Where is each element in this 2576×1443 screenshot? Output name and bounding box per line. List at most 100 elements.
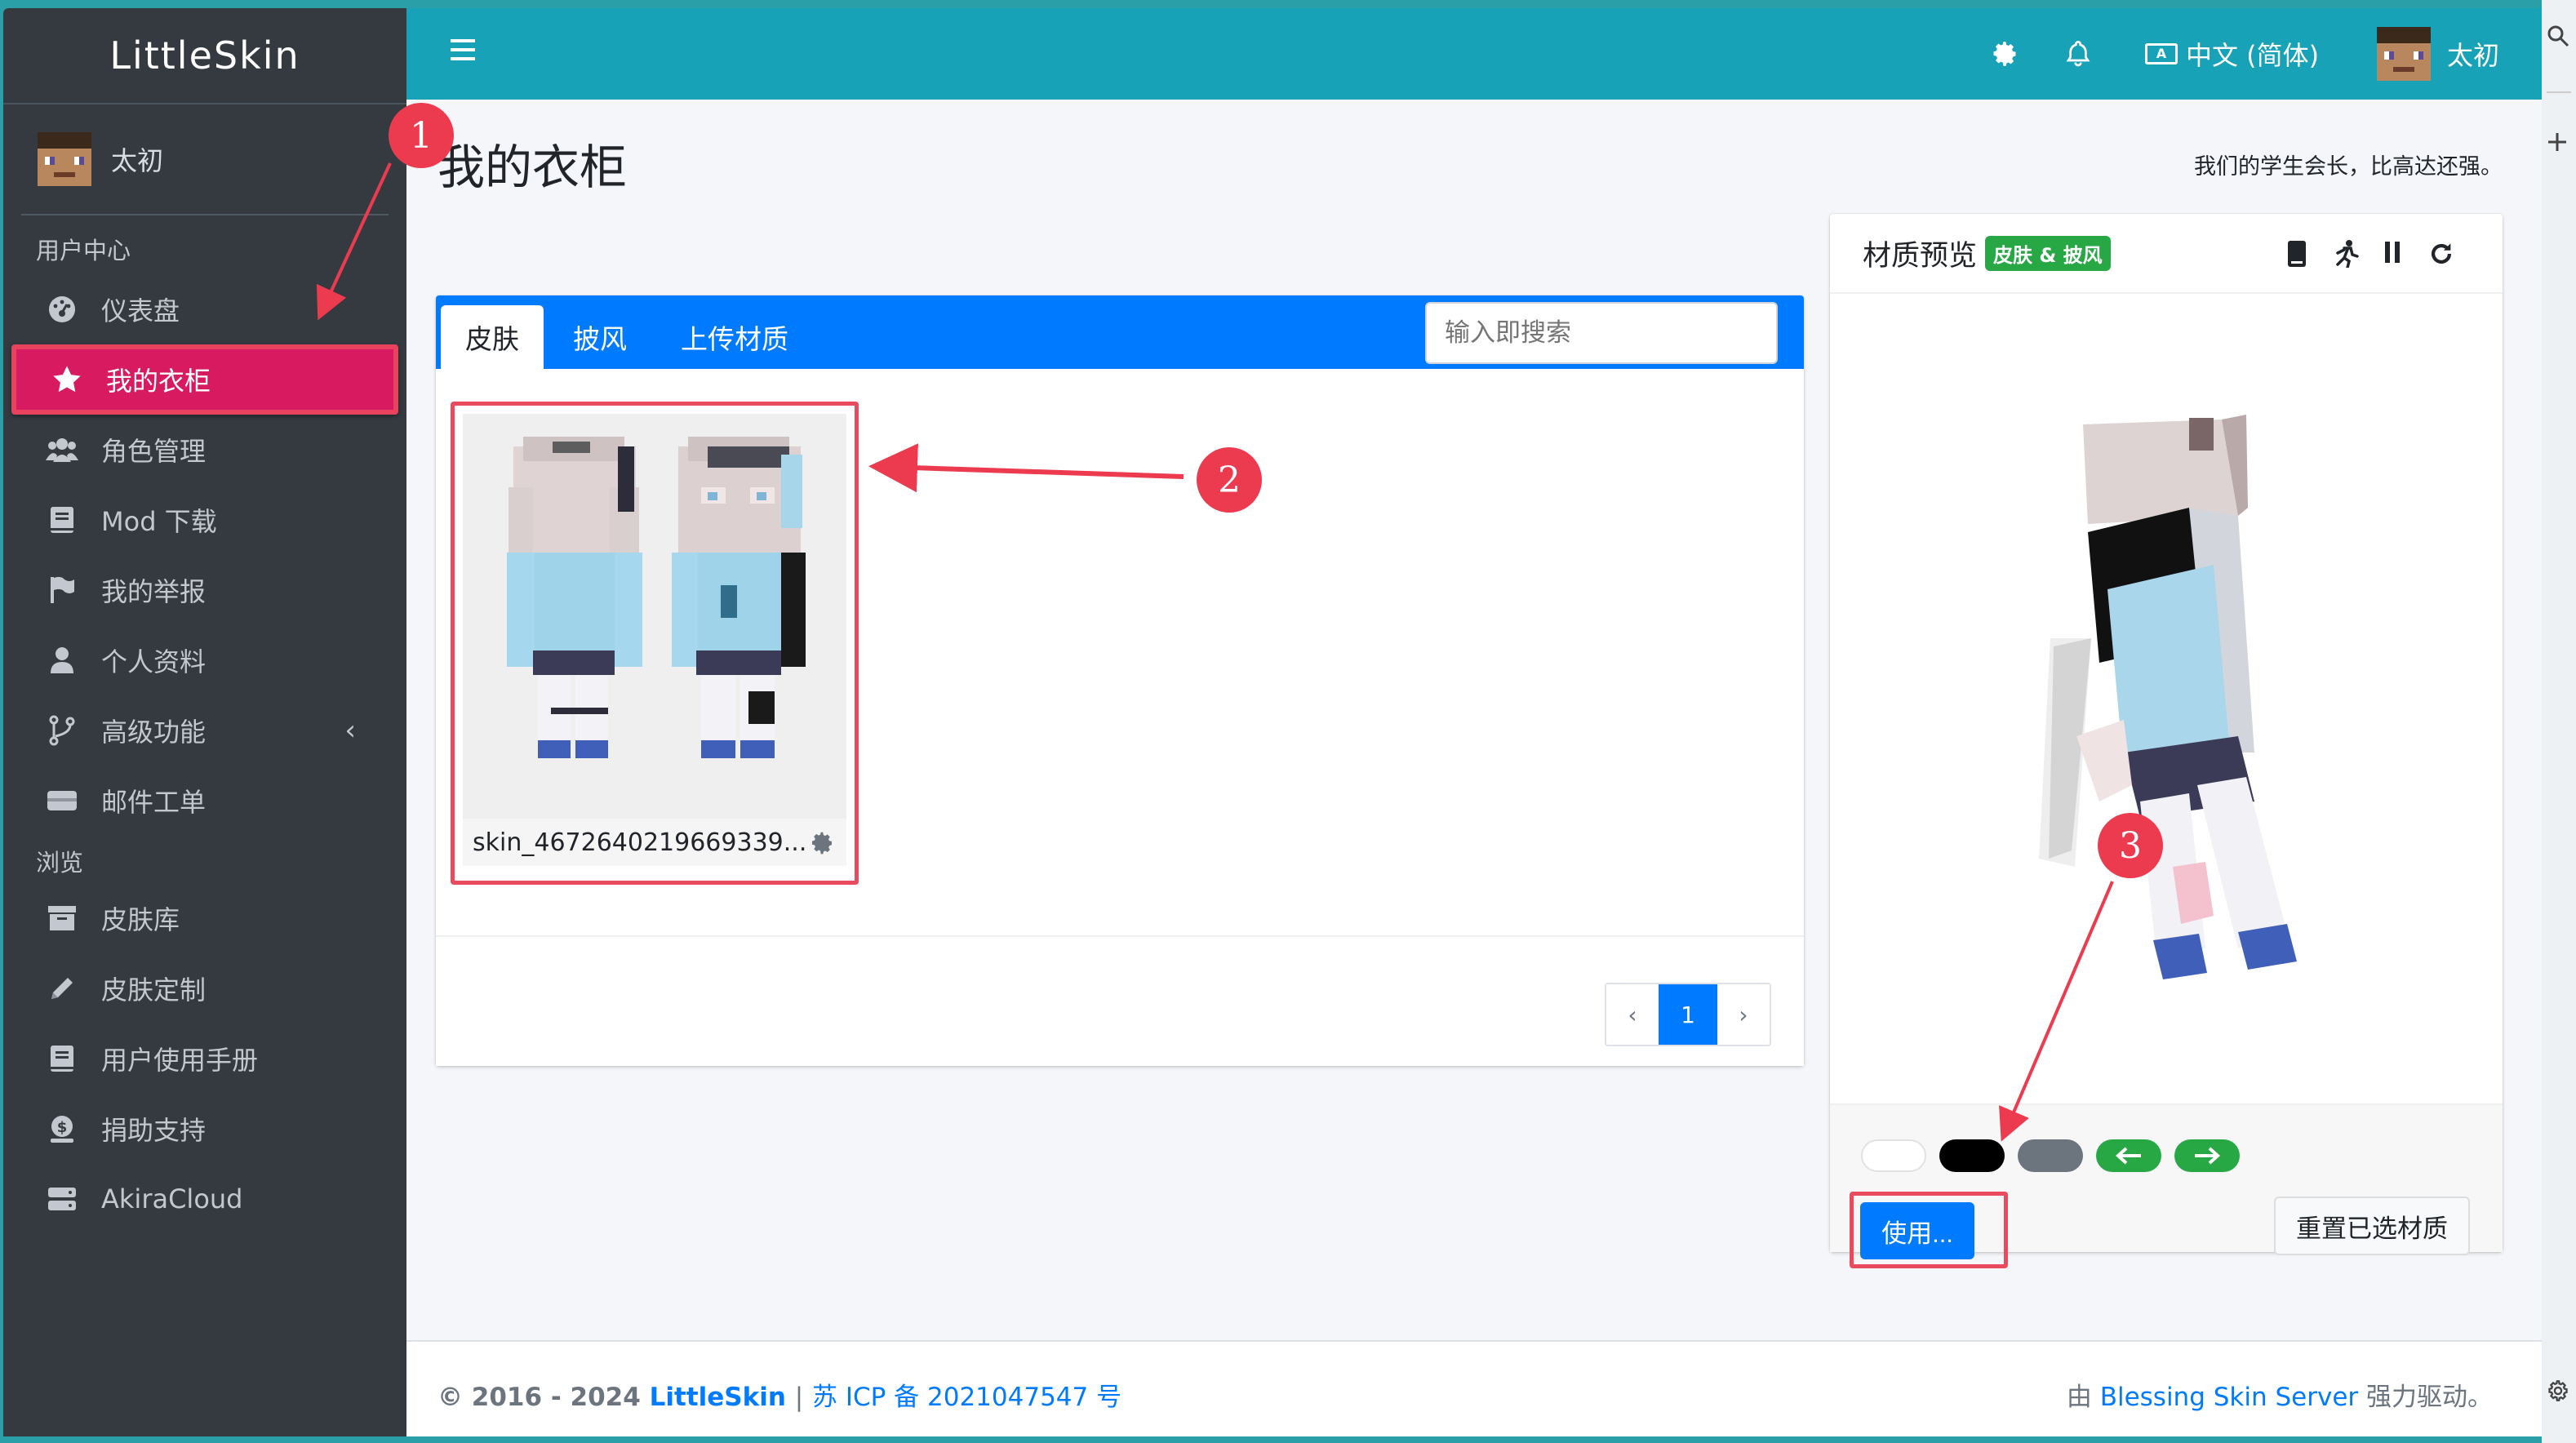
refresh-icon[interactable] <box>2427 240 2455 271</box>
tab-cape[interactable]: 披风 <box>549 305 651 369</box>
menu-toggle-icon[interactable] <box>451 39 475 60</box>
sidebar-user-panel[interactable]: 太初 <box>21 104 389 215</box>
avatar <box>38 132 91 186</box>
icp-link[interactable]: 苏 ICP 备 2021047547 号 <box>812 1383 1121 1412</box>
dashboard-icon <box>46 293 78 326</box>
language-icon: A <box>2145 43 2178 64</box>
annotation-marker-1: 1 <box>389 103 454 168</box>
sidebar-item-closet[interactable]: 我的衣柜 <box>11 344 398 415</box>
background-gray-button[interactable] <box>2018 1139 2083 1172</box>
sidebar-item-advanced[interactable]: 高级功能 ‹ <box>11 695 398 766</box>
sidebar-item-donate[interactable]: $ 捐助支持 <box>11 1094 398 1164</box>
page-title: 我的衣柜 <box>437 140 628 195</box>
running-icon[interactable] <box>2334 240 2359 271</box>
mobile-icon[interactable] <box>2287 240 2307 271</box>
preview-card: 材质预览 皮肤 & 披风 使用... 重置已选材质 <box>1830 214 2503 1268</box>
background-white-button[interactable] <box>1861 1139 1926 1172</box>
book-icon <box>46 504 78 536</box>
preview-footer: 使用... 重置已选材质 <box>1830 1103 2503 1268</box>
sidebar-item-label: 高级功能 <box>101 717 207 748</box>
preview-badge: 皮肤 & 披风 <box>1985 235 2111 271</box>
sidebar-item-reports[interactable]: 我的举报 <box>11 555 398 625</box>
preview-header: 材质预览 皮肤 & 披风 <box>1830 214 2503 294</box>
closet-tabs: 皮肤 披风 上传材质 <box>436 295 1804 369</box>
skin-item-name: skin_4672640219669339... <box>473 828 807 857</box>
gear-icon[interactable] <box>1990 8 2019 100</box>
powered-prefix: 由 <box>2066 1383 2092 1412</box>
nav-header-browse: 浏览 <box>36 849 84 877</box>
reset-selected-button[interactable]: 重置已选材质 <box>2274 1197 2470 1255</box>
copyright-years: © 2016 - 2024 <box>437 1383 641 1412</box>
sidebar-item-skinlib[interactable]: 皮肤库 <box>11 883 398 953</box>
page-1-button[interactable]: 1 <box>1659 984 1717 1045</box>
blessing-skin-link[interactable]: Blessing Skin Server <box>2100 1383 2358 1412</box>
sidebar-item-dashboard[interactable]: 仪表盘 <box>11 274 398 344</box>
next-page-button[interactable]: › <box>1717 984 1770 1045</box>
settings-icon[interactable] <box>2547 1379 2569 1409</box>
sidebar-user-name: 太初 <box>111 145 164 176</box>
archive-icon <box>46 902 78 935</box>
sidebar-item-label: 用户使用手册 <box>101 1045 259 1076</box>
sidebar-item-manual[interactable]: 用户使用手册 <box>11 1023 398 1094</box>
manual-icon <box>46 1042 78 1075</box>
bell-icon[interactable] <box>2065 8 2091 100</box>
sidebar-item-label: 邮件工单 <box>101 787 207 818</box>
search-icon[interactable] <box>2547 24 2569 54</box>
annotation-marker-3: 3 <box>2098 813 2163 878</box>
star-icon <box>51 363 83 396</box>
gear-icon[interactable] <box>809 830 835 863</box>
sidebar-item-akiracloud[interactable]: AkiraCloud <box>11 1164 398 1234</box>
search-input[interactable] <box>1425 302 1778 364</box>
sidebar-item-label: 角色管理 <box>101 436 207 467</box>
brand-logo[interactable]: LittleSkin <box>3 8 406 104</box>
skin-3d-model <box>2039 415 2297 979</box>
topbar-user-name: 太初 <box>2447 40 2500 71</box>
use-button-highlight: 使用... <box>1850 1192 2008 1268</box>
sidebar-item-label: 仪表盘 <box>101 295 180 326</box>
divider <box>2547 91 2571 93</box>
skin-item-caption: skin_4672640219669339... <box>463 819 846 866</box>
copyright: © 2016 - 2024 LittleSkin | 苏 ICP 备 20210… <box>437 1376 1121 1413</box>
sidebar-item-label: Mod 下载 <box>101 506 217 537</box>
sidebar-item-profile[interactable]: 个人资料 <box>11 625 398 695</box>
sidebar-item-label: 我的举报 <box>101 576 207 607</box>
sidebar-item-label: 我的衣柜 <box>106 366 211 397</box>
sidebar-item-mod-download[interactable]: Mod 下载 <box>11 485 398 555</box>
branch-icon <box>46 714 78 747</box>
chevron-left-icon[interactable]: ‹ <box>344 714 356 747</box>
pencil-icon <box>46 972 78 1005</box>
pagination: ‹ 1 › <box>1605 983 1771 1046</box>
avatar <box>2377 27 2431 81</box>
browser-viewport: LittleSkin 太初 用户中心 仪表盘 我的衣柜 角色管理 Mod 下载 … <box>3 8 2542 1436</box>
background-black-button[interactable] <box>1939 1139 2005 1172</box>
skin-thumbnail[interactable] <box>463 414 846 819</box>
nav-header-user-center: 用户中心 <box>36 237 131 264</box>
language-selector[interactable]: A 中文 (简体) <box>2145 8 2319 100</box>
closet-items: skin_4672640219669339... <box>436 369 1804 935</box>
arrow-left-icon[interactable] <box>2096 1139 2161 1172</box>
sidebar-item-label: AkiraCloud <box>101 1183 243 1214</box>
skin-3d-viewer[interactable] <box>1830 295 2503 1103</box>
arrow-right-icon[interactable] <box>2174 1139 2240 1172</box>
add-icon[interactable] <box>2547 131 2568 159</box>
sidebar-item-label: 捐助支持 <box>101 1115 207 1146</box>
pause-icon[interactable] <box>2383 240 2401 268</box>
top-navbar: A 中文 (简体) 太初 <box>406 8 2542 100</box>
tab-upload[interactable]: 上传材质 <box>656 305 813 369</box>
sidebar-item-tickets[interactable]: 邮件工单 <box>11 766 398 836</box>
user-menu[interactable]: 太初 <box>2377 8 2499 100</box>
use-button[interactable]: 使用... <box>1860 1202 1974 1259</box>
tab-skin[interactable]: 皮肤 <box>441 305 544 369</box>
powered-suffix: 强力驱动。 <box>2366 1383 2493 1412</box>
sidebar-item-players[interactable]: 角色管理 <box>11 415 398 485</box>
donate-icon: $ <box>46 1112 78 1145</box>
closet-item[interactable]: skin_4672640219669339... <box>451 402 859 885</box>
language-label: 中文 (简体) <box>2186 40 2320 71</box>
main-content: 我的衣柜 我们的学生会长，比高达还强。 皮肤 披风 上传材质 输入即搜索 ski… <box>406 100 2542 1340</box>
svg-text:$: $ <box>57 1119 68 1136</box>
prev-page-button[interactable]: ‹ <box>1606 984 1659 1045</box>
sidebar-item-custom-skin[interactable]: 皮肤定制 <box>11 953 398 1023</box>
server-icon <box>46 1183 78 1215</box>
users-icon <box>46 433 78 466</box>
brand-link[interactable]: LittleSkin <box>650 1383 786 1412</box>
